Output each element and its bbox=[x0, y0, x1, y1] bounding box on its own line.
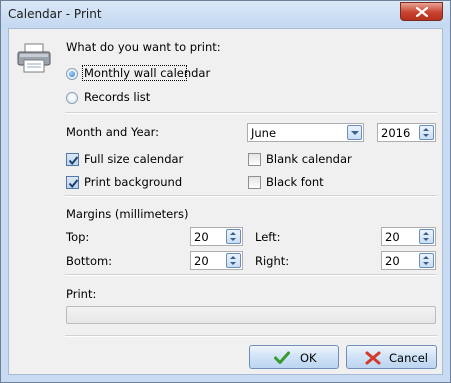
close-icon bbox=[416, 7, 428, 17]
blank-calendar-label[interactable]: Blank calendar bbox=[266, 152, 352, 166]
checkbox-blank-calendar[interactable] bbox=[248, 153, 261, 166]
radio-monthly-wall-calendar[interactable] bbox=[66, 68, 78, 80]
margin-left-spinner[interactable]: 20 bbox=[381, 227, 436, 246]
separator bbox=[65, 274, 437, 276]
month-year-label: Month and Year: bbox=[66, 125, 160, 139]
cancel-button[interactable]: Cancel bbox=[346, 345, 437, 369]
ok-button[interactable]: OK bbox=[249, 345, 339, 369]
cancel-button-label: Cancel bbox=[389, 351, 428, 365]
title-bar[interactable]: Calendar - Print bbox=[1, 1, 450, 27]
radio-monthly-wall-calendar-label[interactable]: Monthly wall calendar bbox=[84, 66, 210, 80]
margin-top-spin-buttons[interactable] bbox=[226, 229, 241, 244]
margin-right-label: Right: bbox=[255, 254, 290, 268]
checkbox-black-font[interactable] bbox=[248, 176, 261, 189]
margin-right-spin-buttons[interactable] bbox=[419, 253, 434, 268]
close-button[interactable] bbox=[400, 2, 443, 21]
month-dropdown[interactable]: June bbox=[247, 123, 364, 142]
checkmark-icon bbox=[68, 179, 79, 189]
margin-left-label: Left: bbox=[255, 230, 281, 244]
full-size-calendar-label[interactable]: Full size calendar bbox=[84, 152, 183, 166]
margin-top-label: Top: bbox=[66, 230, 90, 244]
margins-heading: Margins (millimeters) bbox=[66, 207, 189, 221]
print-progress-label: Print: bbox=[66, 287, 97, 301]
dialog-body: What do you want to print: Monthly wall … bbox=[8, 28, 443, 375]
margin-top-value: 20 bbox=[194, 230, 209, 244]
year-value: 2016 bbox=[381, 126, 411, 140]
margin-right-spinner[interactable]: 20 bbox=[381, 251, 436, 270]
radio-records-list[interactable] bbox=[66, 92, 78, 104]
cross-icon bbox=[365, 351, 381, 365]
separator bbox=[65, 335, 437, 337]
margin-top-spinner[interactable]: 20 bbox=[190, 227, 243, 246]
margin-bottom-value: 20 bbox=[194, 254, 209, 268]
checkmark-icon bbox=[68, 156, 79, 166]
print-dialog-window: Calendar - Print What do you want to pri… bbox=[0, 0, 451, 383]
margin-right-value: 20 bbox=[385, 254, 400, 268]
printer-icon bbox=[17, 43, 51, 73]
print-question: What do you want to print: bbox=[66, 40, 221, 54]
checkbox-print-background[interactable] bbox=[66, 176, 79, 189]
margin-left-value: 20 bbox=[385, 230, 400, 244]
margin-bottom-spin-buttons[interactable] bbox=[226, 253, 241, 268]
black-font-label[interactable]: Black font bbox=[266, 175, 324, 189]
print-progress-bar bbox=[66, 306, 436, 324]
year-spinner[interactable]: 2016 bbox=[377, 123, 436, 142]
month-value: June bbox=[251, 126, 277, 140]
radio-records-list-label[interactable]: Records list bbox=[84, 90, 150, 104]
window-title: Calendar - Print bbox=[8, 7, 102, 21]
checkbox-full-size-calendar[interactable] bbox=[66, 153, 79, 166]
separator bbox=[65, 112, 437, 114]
margin-bottom-label: Bottom: bbox=[66, 254, 113, 268]
margin-left-spin-buttons[interactable] bbox=[419, 229, 434, 244]
chevron-down-icon[interactable] bbox=[347, 125, 362, 140]
checkmark-icon bbox=[274, 351, 290, 364]
print-background-label[interactable]: Print background bbox=[84, 175, 182, 189]
year-spin-buttons[interactable] bbox=[419, 125, 434, 140]
ok-button-label: OK bbox=[300, 351, 317, 365]
margin-bottom-spinner[interactable]: 20 bbox=[190, 251, 243, 270]
separator bbox=[65, 195, 437, 197]
